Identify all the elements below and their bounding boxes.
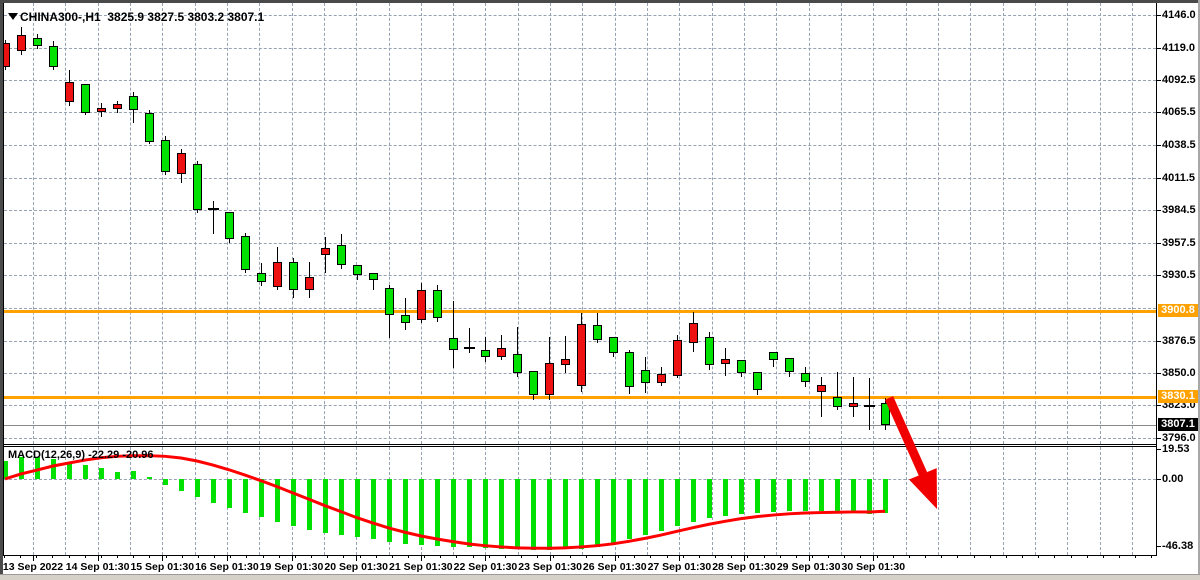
window-border-top [0,0,1200,3]
window-border-bottom [0,574,1200,580]
chart-window: CHINA300-,H1 3825.9 3827.5 3803.2 3807.1… [0,0,1200,580]
window-border-left [0,0,3,580]
down-arrow-annotation[interactable] [0,0,1200,580]
